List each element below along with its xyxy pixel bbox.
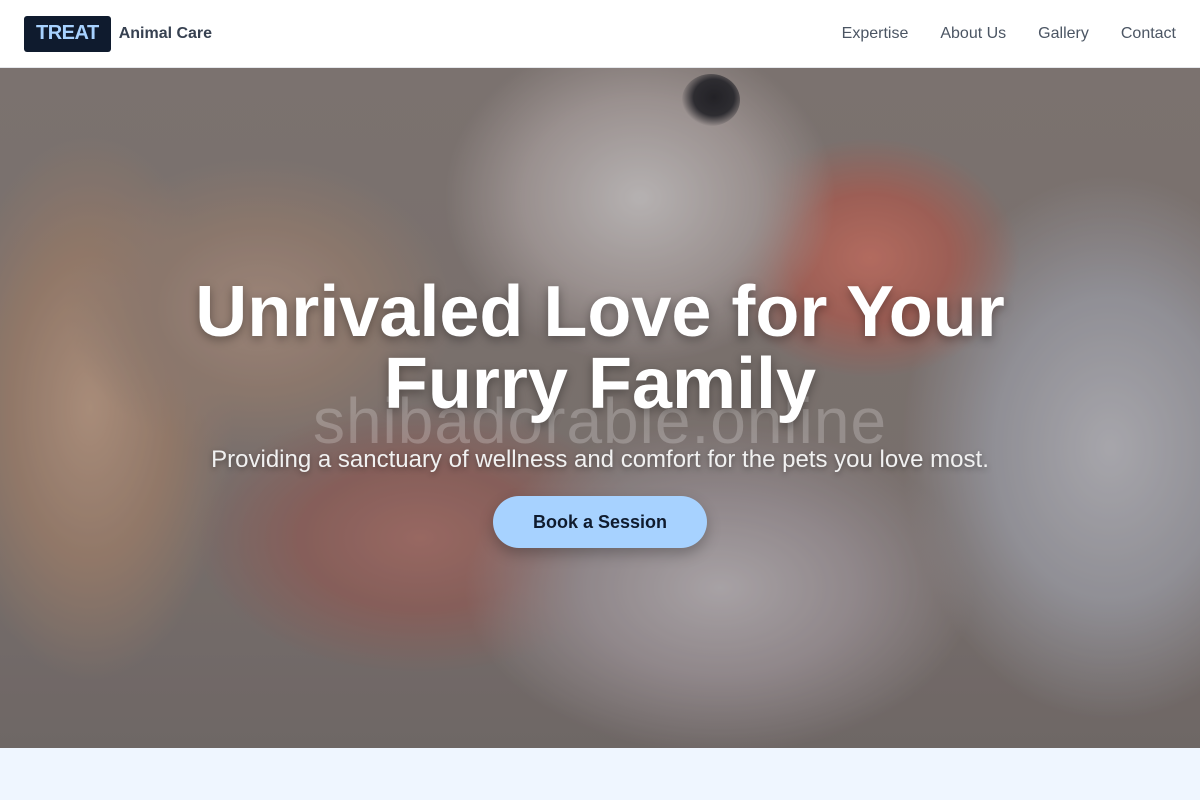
nav-contact[interactable]: Contact [1121,25,1176,43]
nav-gallery[interactable]: Gallery [1038,25,1089,43]
book-session-button[interactable]: Book a Session [492,496,708,548]
hero-section: shibadorable.online Unrivaled Love for Y… [0,68,1200,748]
hero-subtitle: Providing a sanctuary of wellness and co… [211,446,989,473]
nav-about-us[interactable]: About Us [940,25,1006,43]
main-nav: Expertise About Us Gallery Contact [842,25,1176,43]
hero-title-line-1: Unrivaled Love for Your [195,272,1005,352]
nav-expertise[interactable]: Expertise [842,25,909,43]
site-header: TREAT Animal Care Expertise About Us Gal… [0,0,1200,68]
logo[interactable]: TREAT Animal Care [24,15,213,52]
hero-title-line-2: Furry Family [383,344,817,424]
logo-text: Animal Care [118,24,213,42]
hero-title: Unrivaled Love for Your Furry Family [0,276,1200,420]
next-section [0,748,1200,800]
hero-content: Unrivaled Love for Your Furry Family Pro… [0,276,1200,548]
logo-badge: TREAT [24,15,111,52]
